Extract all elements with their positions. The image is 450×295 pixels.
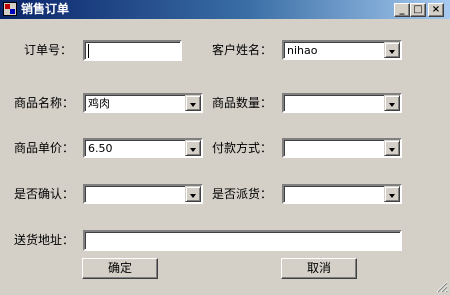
unit-price-label: 商品单价： (14, 141, 75, 155)
unit-price-value: 6.50 (88, 142, 113, 155)
chevron-down-icon[interactable] (384, 140, 400, 156)
maximize-button[interactable]: □ (410, 3, 426, 17)
product-name-combo[interactable]: 鸡肉 (83, 93, 203, 113)
product-name-label: 商品名称： (14, 96, 75, 110)
app-icon[interactable] (3, 2, 17, 16)
dispatched-label: 是否派货： (212, 187, 273, 201)
customer-name-combo[interactable]: nihao (282, 40, 402, 60)
address-label: 送货地址： (14, 233, 75, 247)
chevron-down-icon[interactable] (384, 186, 400, 202)
confirmed-combo[interactable] (83, 184, 203, 204)
close-button[interactable]: × (428, 3, 444, 17)
chevron-down-icon[interactable] (185, 95, 201, 111)
order-no-input[interactable] (83, 40, 182, 61)
product-qty-combo[interactable] (282, 93, 402, 113)
chevron-down-icon[interactable] (185, 140, 201, 156)
text-cursor (88, 44, 89, 58)
dispatched-combo[interactable] (282, 184, 402, 204)
address-input[interactable] (83, 230, 402, 251)
unit-price-combo[interactable]: 6.50 (83, 138, 203, 158)
confirmed-label: 是否确认： (14, 187, 75, 201)
product-name-value: 鸡肉 (88, 97, 110, 110)
order-no-label: 订单号： (24, 43, 73, 57)
payment-method-label: 付款方式： (212, 141, 273, 155)
product-qty-label: 商品数量： (212, 96, 273, 110)
payment-method-combo[interactable] (282, 138, 402, 158)
chevron-down-icon[interactable] (384, 95, 400, 111)
customer-name-label: 客户姓名： (212, 43, 273, 57)
ok-button[interactable]: 确定 (82, 258, 158, 279)
title-bar[interactable]: 销售订单 _ □ × (0, 0, 450, 19)
resize-grip-icon[interactable] (436, 281, 448, 293)
chevron-down-icon[interactable] (185, 186, 201, 202)
minimize-button[interactable]: _ (394, 3, 410, 17)
chevron-down-icon[interactable] (384, 42, 400, 58)
cancel-button[interactable]: 取消 (281, 258, 357, 279)
window-title: 销售订单 (21, 2, 70, 16)
customer-name-value: nihao (287, 44, 318, 57)
